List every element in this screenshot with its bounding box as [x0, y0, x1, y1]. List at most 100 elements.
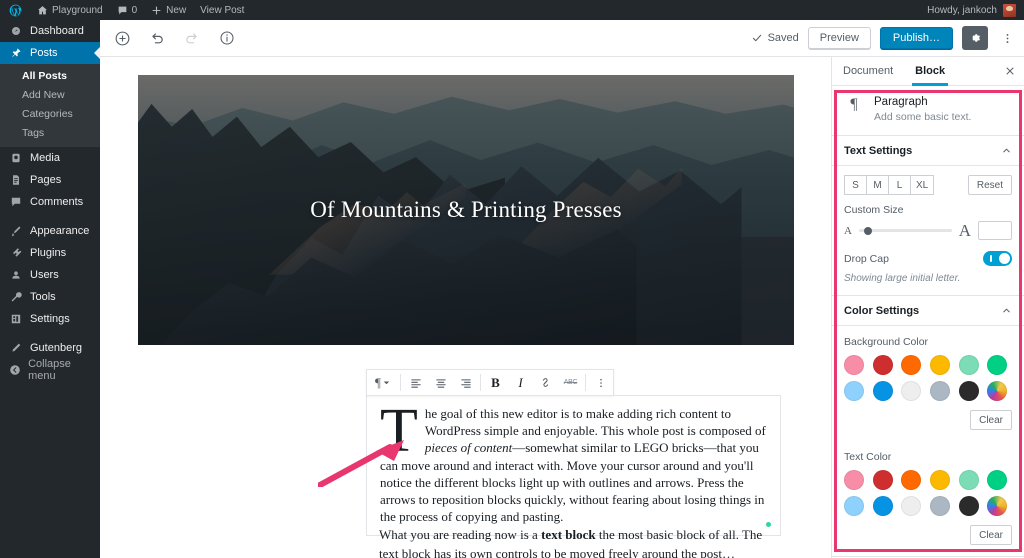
color-swatch-10[interactable] [958, 496, 979, 516]
color-swatch-6[interactable] [844, 496, 864, 516]
color-swatch-1[interactable] [872, 470, 893, 490]
brush-icon [8, 225, 23, 237]
color-swatch-7[interactable] [872, 496, 893, 516]
font-size-xl[interactable]: XL [910, 175, 935, 195]
cover-title[interactable]: Of Mountains & Printing Presses [138, 75, 794, 345]
color-swatch-7[interactable] [872, 381, 893, 401]
color-swatch-10[interactable] [958, 381, 979, 401]
sidebar-item-tools[interactable]: Tools [0, 286, 100, 308]
align-right-button[interactable] [453, 370, 478, 395]
sidebar-item-pages[interactable]: Pages [0, 169, 100, 191]
editor-header: Saved Preview Publish… [100, 20, 1024, 57]
site-name-menu[interactable]: Playground [30, 0, 110, 20]
panel-header-color-settings[interactable]: Color Settings [832, 296, 1024, 326]
admin-bar-account[interactable]: Howdy, jankoch [927, 3, 1024, 17]
checkmark-icon [751, 32, 763, 44]
color-swatch-3[interactable] [929, 470, 950, 490]
undo-button[interactable] [145, 26, 169, 50]
content-info-button[interactable] [215, 26, 239, 50]
background-color-palette [844, 355, 1012, 401]
sidebar-item-users[interactable]: Users [0, 264, 100, 286]
color-swatch-8[interactable] [901, 496, 922, 516]
font-size-s[interactable]: S [844, 175, 866, 195]
strikethrough-icon: ABC [563, 379, 578, 386]
block-more-options-button[interactable] [588, 370, 613, 395]
color-swatch-5[interactable] [987, 355, 1008, 375]
strikethrough-button[interactable]: ABC [558, 370, 583, 395]
submenu-item-categories[interactable]: Categories [0, 105, 100, 124]
post-content-canvas[interactable]: Of Mountains & Printing Presses ¶ B I AB… [100, 57, 831, 558]
drop-cap-toggle[interactable] [983, 251, 1012, 266]
sidebar-item-dashboard[interactable]: Dashboard [0, 20, 100, 42]
cover-block[interactable]: Of Mountains & Printing Presses [138, 75, 794, 345]
tab-block[interactable]: Block [904, 57, 956, 86]
tab-document[interactable]: Document [832, 57, 904, 85]
color-swatch-5[interactable] [987, 470, 1008, 490]
chevron-up-icon [1001, 145, 1012, 156]
color-swatch-9[interactable] [929, 496, 950, 516]
color-swatch-2[interactable] [901, 355, 922, 375]
clear-background-color-button[interactable]: Clear [970, 410, 1012, 430]
pin-icon [8, 47, 23, 59]
comments-bubble[interactable]: 0 [110, 0, 145, 20]
custom-color-picker-swatch[interactable] [987, 381, 1008, 401]
color-swatch-6[interactable] [844, 381, 864, 401]
clear-text-color-button[interactable]: Clear [970, 525, 1012, 545]
color-swatch-1[interactable] [872, 355, 893, 375]
selected-paragraph-block[interactable]: The goal of this new editor is to make a… [366, 395, 781, 537]
bold-icon: B [491, 374, 500, 390]
font-size-slider[interactable] [858, 226, 952, 235]
link-button[interactable] [533, 370, 558, 395]
color-swatch-9[interactable] [929, 381, 950, 401]
redo-button[interactable] [180, 26, 204, 50]
submenu-item-all-posts[interactable]: All Posts [0, 67, 100, 86]
align-left-button[interactable] [403, 370, 428, 395]
sidebar-item-media[interactable]: Media [0, 147, 100, 169]
color-swatch-4[interactable] [958, 470, 979, 490]
add-block-button[interactable] [110, 26, 134, 50]
settings-gear-button[interactable] [962, 26, 988, 50]
color-swatch-4[interactable] [958, 355, 979, 375]
custom-size-input[interactable] [978, 221, 1012, 240]
color-swatch-2[interactable] [901, 470, 922, 490]
color-swatch-0[interactable] [844, 470, 864, 490]
color-swatch-8[interactable] [901, 381, 922, 401]
publish-button[interactable]: Publish… [879, 27, 953, 49]
color-swatch-0[interactable] [844, 355, 864, 375]
sidebar-item-label: Comments [30, 196, 84, 208]
slider-knob[interactable] [864, 226, 873, 235]
wordpress-logo-icon[interactable] [0, 0, 30, 20]
sidebar-item-appearance[interactable]: Appearance [0, 220, 100, 242]
view-post-link[interactable]: View Post [193, 0, 251, 20]
saved-indicator: Saved [751, 32, 799, 44]
site-name-label: Playground [52, 4, 103, 16]
block-settings-sidebar: Document Block ¶ Paragraph Add some basi… [831, 57, 1024, 558]
submenu-item-add-new[interactable]: Add New [0, 86, 100, 105]
italic-button[interactable]: I [508, 370, 533, 395]
preview-button[interactable]: Preview [807, 27, 871, 49]
font-size-m[interactable]: M [866, 175, 888, 195]
paragraph-text[interactable]: The goal of this new editor is to make a… [380, 397, 767, 525]
sidebar-item-plugins[interactable]: Plugins [0, 242, 100, 264]
new-content-menu[interactable]: New [144, 0, 193, 20]
align-center-button[interactable] [428, 370, 453, 395]
paragraph-block-2[interactable]: What you are reading now is a text block… [379, 525, 781, 558]
sidebar-item-label: Pages [30, 174, 62, 186]
submenu-item-tags[interactable]: Tags [0, 124, 100, 143]
sidebar-item-posts[interactable]: Posts [0, 42, 100, 64]
block-type-switcher[interactable]: ¶ [367, 370, 398, 395]
sidebar-item-settings[interactable]: Settings [0, 308, 100, 330]
sidebar-item-comments[interactable]: Comments [0, 191, 100, 213]
close-icon[interactable] [995, 57, 1024, 85]
reset-button[interactable]: Reset [967, 175, 1012, 195]
bold-button[interactable]: B [483, 370, 508, 395]
more-options-button[interactable] [997, 26, 1017, 50]
plus-icon [151, 5, 162, 16]
sidebar-item-collapse-menu[interactable]: Collapse menu [0, 358, 100, 382]
font-size-l[interactable]: L [888, 175, 910, 195]
custom-color-picker-swatch[interactable] [987, 496, 1008, 516]
panel-header-text-settings[interactable]: Text Settings [832, 136, 1024, 166]
text-color-section: Text Color Clear [832, 441, 1024, 557]
color-swatch-3[interactable] [929, 355, 950, 375]
sidebar-item-gutenberg[interactable]: Gutenberg [0, 337, 100, 359]
